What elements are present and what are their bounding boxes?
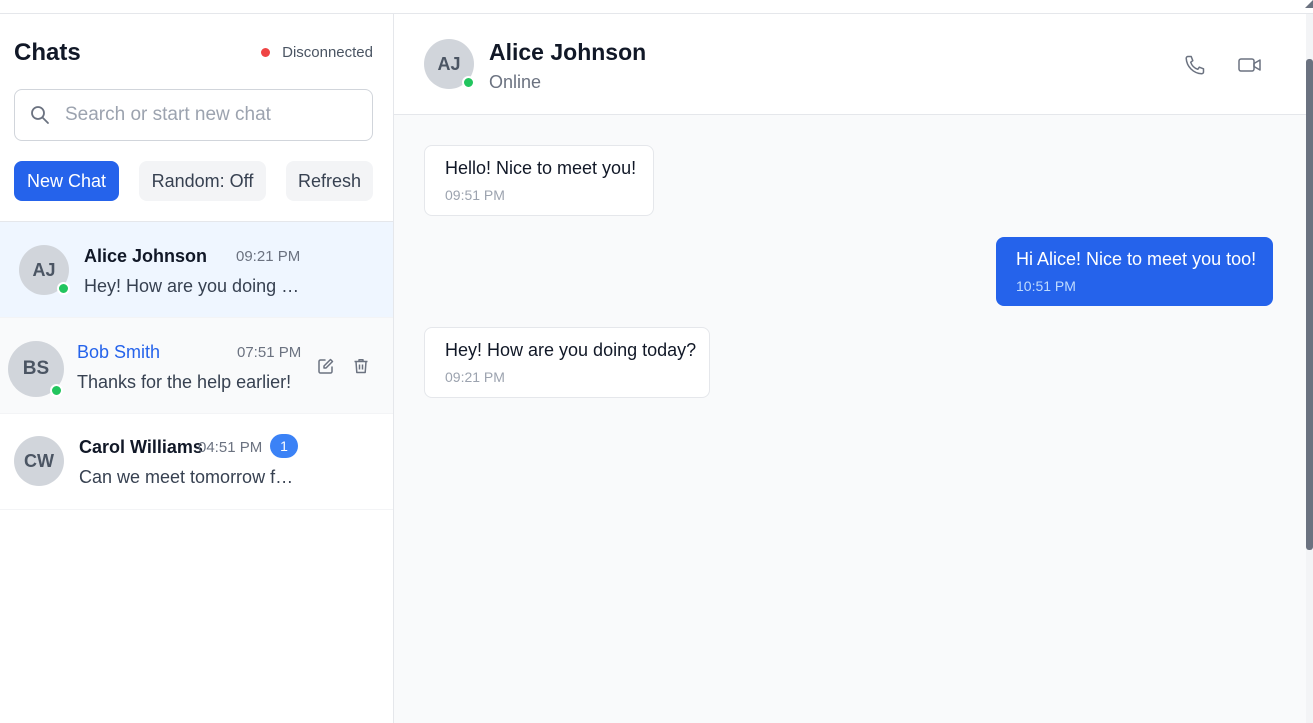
chat-list: AJ Alice Johnson 09:21 PM Hey! How are y… [0, 221, 393, 510]
random-toggle-button[interactable]: Random: Off [139, 161, 266, 201]
phone-icon[interactable] [1182, 52, 1208, 78]
message-time: 09:51 PM [445, 187, 505, 203]
connection-status: Disconnected [261, 44, 373, 61]
message-text: Hello! Nice to meet you! [445, 158, 637, 178]
video-camera-icon[interactable] [1237, 52, 1263, 78]
online-indicator-icon [462, 76, 475, 89]
message-incoming: Hello! Nice to meet you! 09:51 PM [424, 145, 654, 216]
message-text: Hi Alice! Nice to meet you too! [1016, 249, 1257, 269]
chat-item-alice-johnson[interactable]: AJ Alice Johnson 09:21 PM Hey! How are y… [0, 222, 393, 318]
message-incoming: Hey! How are you doing today? 09:21 PM [424, 327, 710, 398]
contact-name: Alice Johnson [489, 39, 647, 65]
status-dot-icon [261, 48, 271, 57]
message-time: 09:21 PM [445, 369, 505, 385]
message-text: Hey! How are you doing today? [445, 340, 697, 360]
chat-time: 07:51 PM [237, 344, 302, 361]
message-outgoing: Hi Alice! Nice to meet you too! 10:51 PM [996, 237, 1273, 306]
chat-preview: Can we meet tomorrow for lunch? [79, 467, 297, 487]
chat-item-carol-williams[interactable]: CW Carol Williams 04:51 PM 1 Can we meet… [0, 414, 393, 510]
online-indicator-icon [50, 384, 63, 397]
online-indicator-icon [57, 282, 70, 295]
chat-preview: Hey! How are you doing today? [84, 276, 300, 296]
new-chat-button[interactable]: New Chat [14, 161, 119, 201]
sidebar: Chats Disconnected New Chat Random: Off … [0, 14, 394, 723]
avatar: CW [14, 436, 64, 486]
scrollbar[interactable] [1306, 14, 1313, 723]
chat-name: Alice Johnson [84, 246, 208, 266]
message-time: 10:51 PM [1016, 278, 1076, 294]
conversation-header: AJ Alice Johnson Online [394, 14, 1306, 115]
chat-time: 09:21 PM [236, 248, 301, 265]
chat-item-bob-smith[interactable]: BS Bob Smith 07:51 PM Thanks for the hel… [0, 318, 393, 414]
scrollbar-thumb[interactable] [1306, 59, 1313, 550]
conversation-panel: AJ Alice Johnson Online Hello! Nice to m… [394, 14, 1306, 723]
chat-name: Carol Williams [79, 437, 203, 457]
edit-icon[interactable] [315, 355, 337, 377]
chat-name: Bob Smith [77, 342, 161, 362]
window-top-bar [0, 0, 1313, 14]
resize-corner-icon [1305, 0, 1313, 8]
trash-icon[interactable] [350, 355, 372, 377]
search-input[interactable] [65, 104, 355, 126]
search-icon [15, 90, 65, 140]
refresh-button[interactable]: Refresh [286, 161, 373, 201]
unread-badge: 1 [270, 434, 298, 458]
contact-status: Online [489, 72, 542, 92]
connection-status-label: Disconnected [282, 44, 373, 61]
search-box[interactable] [14, 89, 373, 141]
sidebar-title: Chats [14, 39, 81, 66]
chat-preview: Thanks for the help earlier! [77, 372, 292, 392]
chat-time: 04:51 PM [198, 439, 263, 456]
